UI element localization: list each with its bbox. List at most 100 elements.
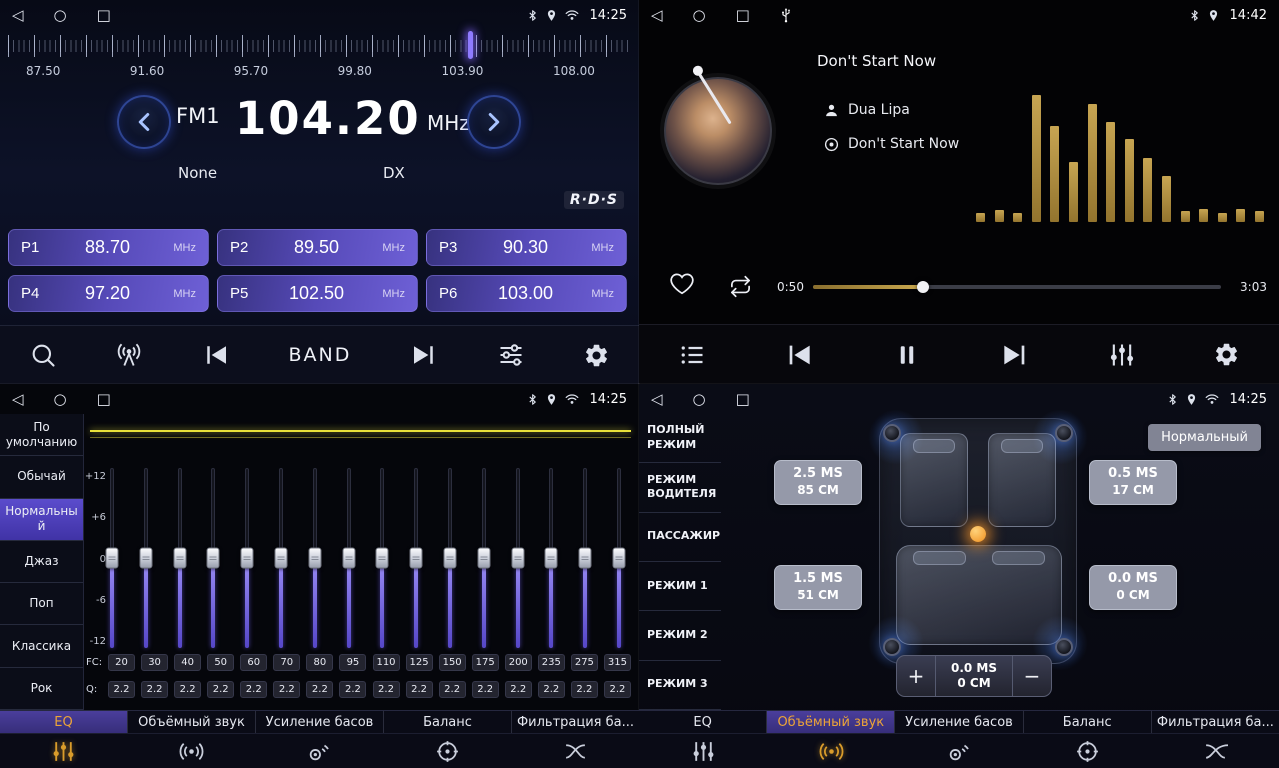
listening-position-dot[interactable]: [970, 526, 986, 542]
repeat-button[interactable]: [729, 275, 752, 298]
slider-thumb[interactable]: [342, 548, 355, 569]
eq-band-slider[interactable]: [476, 468, 492, 648]
next-station-button[interactable]: [409, 340, 439, 370]
frequency-ruler[interactable]: [8, 33, 629, 60]
previous-track-button[interactable]: [783, 339, 815, 371]
tab-icon-surround[interactable]: [767, 734, 895, 768]
home-icon[interactable]: ○: [54, 392, 67, 407]
seek-bar[interactable]: [813, 285, 1221, 289]
slider-thumb[interactable]: [139, 548, 152, 569]
slider-thumb[interactable]: [579, 548, 592, 569]
back-icon[interactable]: ◁: [651, 8, 663, 23]
eq-band-slider[interactable]: [543, 468, 559, 648]
home-icon[interactable]: ○: [693, 8, 706, 23]
tab-icon-bass[interactable]: [895, 734, 1023, 768]
recents-icon[interactable]: □: [736, 392, 750, 407]
eq-preset-item[interactable]: По умолчанию: [0, 414, 83, 456]
back-icon[interactable]: ◁: [651, 392, 663, 407]
audio-tab[interactable]: Баланс: [384, 711, 512, 733]
eq-preset-item[interactable]: Нормальный: [0, 499, 83, 541]
audio-tab[interactable]: EQ: [639, 711, 767, 733]
eq-band-slider[interactable]: [577, 468, 593, 648]
delay-rear-left[interactable]: 1.5 MS 51 СМ: [774, 565, 862, 610]
tab-icon-filter[interactable]: [511, 734, 639, 768]
settings-button[interactable]: [1213, 341, 1240, 368]
tuner-position-indicator[interactable]: [468, 31, 473, 59]
speaker-front-right[interactable]: [1055, 424, 1073, 442]
delay-front-left[interactable]: 2.5 MS 85 СМ: [774, 460, 862, 505]
audio-tab[interactable]: Фильтрация ба...: [512, 711, 639, 733]
surround-mode-item[interactable]: РЕЖИМ 1: [639, 562, 721, 611]
radio-preset-button[interactable]: P6 103.00 MHz: [426, 275, 627, 312]
slider-thumb[interactable]: [612, 548, 625, 569]
slider-thumb[interactable]: [511, 548, 524, 569]
tab-icon-balance[interactable]: [383, 734, 511, 768]
eq-preset-item[interactable]: Рок: [0, 668, 83, 710]
tab-icon-eq[interactable]: [0, 734, 128, 768]
tab-icon-balance[interactable]: [1023, 734, 1151, 768]
delay-front-right[interactable]: 0.5 MS 17 СМ: [1089, 460, 1177, 505]
eq-preset-item[interactable]: Джаз: [0, 541, 83, 583]
radio-preset-button[interactable]: P4 97.20 MHz: [8, 275, 209, 312]
eq-band-slider[interactable]: [374, 468, 390, 648]
eq-band-slider[interactable]: [307, 468, 323, 648]
radio-preset-button[interactable]: P2 89.50 MHz: [217, 229, 418, 266]
slider-thumb[interactable]: [241, 548, 254, 569]
speaker-rear-right[interactable]: [1055, 638, 1073, 656]
eq-preset-item[interactable]: Поп: [0, 583, 83, 625]
audio-tab[interactable]: EQ: [0, 711, 128, 733]
eq-band-slider[interactable]: [138, 468, 154, 648]
slider-thumb[interactable]: [173, 548, 186, 569]
delay-increase-button[interactable]: +: [897, 656, 935, 696]
speaker-front-left[interactable]: [883, 424, 901, 442]
playlist-button[interactable]: [678, 341, 706, 369]
audio-tab[interactable]: Усиление басов: [256, 711, 384, 733]
eq-band-slider[interactable]: [239, 468, 255, 648]
slider-thumb[interactable]: [274, 548, 287, 569]
surround-mode-item[interactable]: РЕЖИМ 2: [639, 611, 721, 660]
slider-thumb[interactable]: [376, 548, 389, 569]
eq-band-slider[interactable]: [172, 468, 188, 648]
pause-button[interactable]: [892, 340, 922, 370]
eq-band-slider[interactable]: [104, 468, 120, 648]
surround-mode-item[interactable]: РЕЖИМ 3: [639, 661, 721, 710]
speaker-rear-left[interactable]: [883, 638, 901, 656]
recents-icon[interactable]: □: [97, 8, 111, 23]
tab-icon-surround[interactable]: [128, 734, 256, 768]
slider-thumb[interactable]: [106, 548, 119, 569]
back-icon[interactable]: ◁: [12, 8, 24, 23]
tune-down-button[interactable]: [117, 95, 171, 149]
eq-band-slider[interactable]: [442, 468, 458, 648]
tab-icon-eq[interactable]: [639, 734, 767, 768]
slider-thumb[interactable]: [443, 548, 456, 569]
recents-icon[interactable]: □: [97, 392, 111, 407]
slider-thumb[interactable]: [308, 548, 321, 569]
tab-icon-bass[interactable]: [256, 734, 384, 768]
eq-band-slider[interactable]: [510, 468, 526, 648]
radio-preset-button[interactable]: P3 90.30 MHz: [426, 229, 627, 266]
slider-thumb[interactable]: [410, 548, 423, 569]
next-track-button[interactable]: [999, 339, 1031, 371]
audio-tab[interactable]: Фильтрация ба...: [1152, 711, 1279, 733]
surround-mode-item[interactable]: ПАССАЖИР: [639, 513, 721, 562]
tab-icon-filter[interactable]: [1151, 734, 1279, 768]
home-icon[interactable]: ○: [54, 8, 67, 23]
delay-rear-right[interactable]: 0.0 MS 0 СМ: [1089, 565, 1177, 610]
eq-preset-item[interactable]: Классика: [0, 625, 83, 667]
progress-thumb[interactable]: [917, 281, 929, 293]
eq-band-slider[interactable]: [273, 468, 289, 648]
radio-preset-button[interactable]: P1 88.70 MHz: [8, 229, 209, 266]
surround-mode-item[interactable]: РЕЖИМ ВОДИТЕЛЯ: [639, 463, 721, 512]
home-icon[interactable]: ○: [693, 392, 706, 407]
audio-tab[interactable]: Объёмный звук: [128, 711, 256, 733]
eq-band-slider[interactable]: [611, 468, 627, 648]
surround-mode-item[interactable]: ПОЛНЫЙ РЕЖИМ: [639, 414, 721, 463]
eq-preset-item[interactable]: Обычай: [0, 456, 83, 498]
eq-band-slider[interactable]: [408, 468, 424, 648]
tune-up-button[interactable]: [467, 95, 521, 149]
band-button[interactable]: BAND: [289, 344, 352, 366]
slider-thumb[interactable]: [545, 548, 558, 569]
broadcast-button[interactable]: [115, 341, 143, 369]
audio-tab[interactable]: Баланс: [1024, 711, 1152, 733]
eq-band-slider[interactable]: [205, 468, 221, 648]
